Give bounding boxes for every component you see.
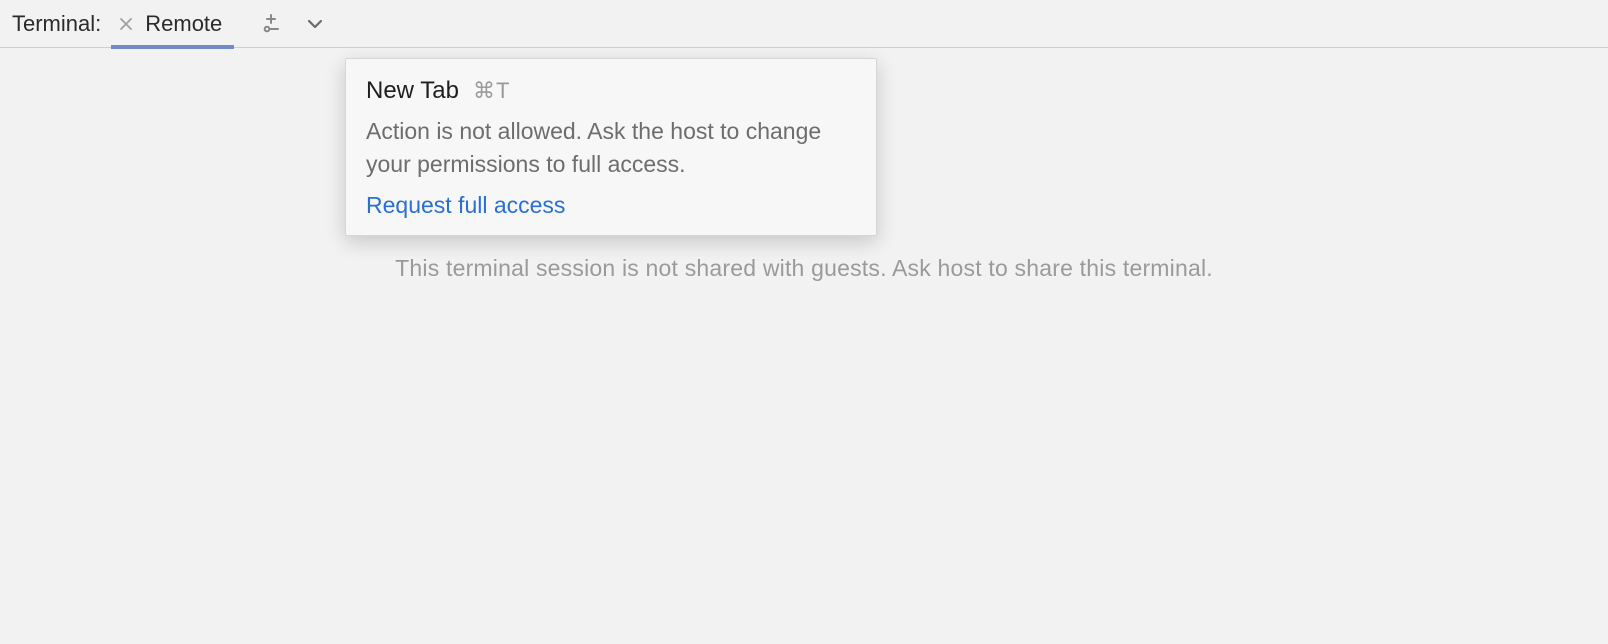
close-icon[interactable] <box>117 15 135 33</box>
terminal-tab-bar: Terminal: Remote <box>0 0 1608 48</box>
request-full-access-link[interactable]: Request full access <box>366 192 565 219</box>
popover-title: New Tab <box>366 77 459 105</box>
tab-remote[interactable]: Remote <box>111 0 234 48</box>
terminal-status-message: This terminal session is not shared with… <box>0 255 1608 282</box>
popover-shortcut: ⌘T <box>473 78 510 104</box>
chevron-down-icon[interactable] <box>300 9 330 39</box>
popover-header: New Tab ⌘T <box>366 77 856 105</box>
tooltip-popover: New Tab ⌘T Action is not allowed. Ask th… <box>345 58 877 236</box>
popover-body: Action is not allowed. Ask the host to c… <box>366 115 856 182</box>
panel-label: Terminal: <box>12 11 107 37</box>
new-session-icon[interactable] <box>256 9 286 39</box>
tab-label: Remote <box>145 11 222 37</box>
